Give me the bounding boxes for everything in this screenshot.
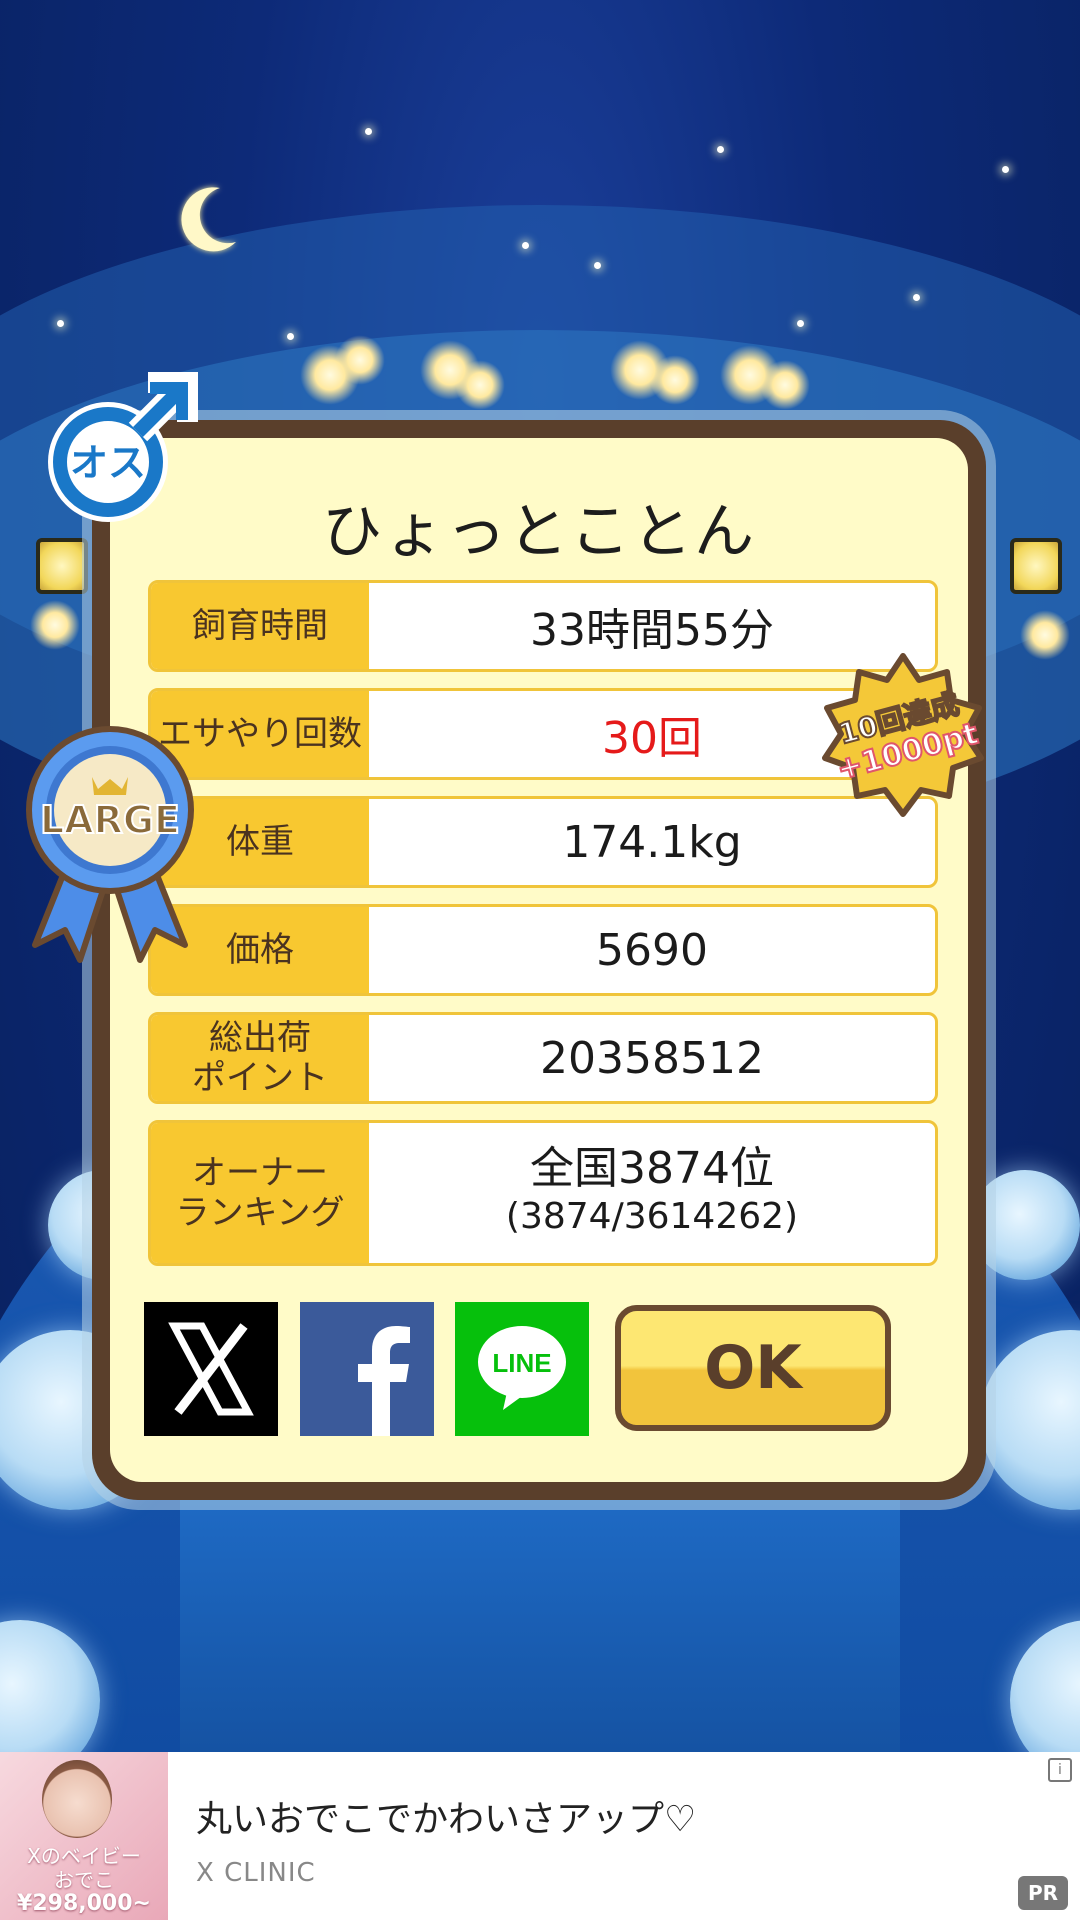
facebook-logo-icon (358, 1326, 410, 1436)
result-card-inner: ひょっとことん 飼育時間 33時間55分 エサやり回数 30回 体重 174.1… (110, 438, 968, 1482)
ranking-rank: 全国3874位 (530, 1143, 774, 1194)
line-logo-icon: LINE (478, 1326, 566, 1410)
star-icon (1002, 166, 1009, 173)
bonus-badge: 10回達成 +1000pt (822, 653, 984, 817)
stage-aisle (180, 1480, 900, 1752)
stat-row-owner-ranking: オーナー ランキング 全国3874位 (3874/3614262) (148, 1120, 938, 1266)
ad-advertiser[interactable]: X CLINIC (196, 1858, 316, 1888)
share-x-button[interactable] (144, 1302, 278, 1436)
street-lamp (1002, 520, 1062, 600)
ad-title[interactable]: 丸いおでこでかわいさアップ♡ (196, 1790, 696, 1842)
x-logo-icon (168, 1322, 254, 1416)
stat-value: 5690 (596, 924, 708, 976)
large-ribbon-icon: LARGE (26, 726, 194, 963)
stat-label: 飼育時間 (151, 583, 369, 669)
line-logo-text: LINE (492, 1348, 551, 1378)
ad-image-caption: Xのベイビー おでこ (27, 1844, 141, 1892)
star-icon (717, 146, 724, 153)
ad-banner[interactable]: Xのベイビー おでこ ¥298,000~ 丸いおでこでかわいさアップ♡ X CL… (0, 1752, 1080, 1920)
ad-image-price: ¥298,000~ (17, 1891, 151, 1916)
ad-model-face (42, 1760, 112, 1838)
ad-image[interactable]: Xのベイビー おでこ ¥298,000~ (0, 1752, 168, 1920)
ad-info-icon[interactable]: i (1048, 1758, 1072, 1782)
star-icon (522, 242, 529, 249)
share-line-button[interactable]: LINE (455, 1302, 589, 1436)
gender-label: オス (70, 441, 146, 485)
male-gender-icon: オス (48, 372, 198, 522)
result-card: ひょっとことん 飼育時間 33時間55分 エサやり回数 30回 体重 174.1… (92, 420, 986, 1500)
share-facebook-button[interactable] (300, 1302, 434, 1436)
pet-name: ひょっとことん (322, 497, 756, 567)
street-lamp (28, 520, 88, 600)
stat-row-total-points: 総出荷 ポイント 20358512 (148, 1012, 938, 1104)
ad-pr-badge: PR (1018, 1876, 1068, 1910)
stat-row-price: 価格 5690 (148, 904, 938, 996)
size-label: LARGE (40, 798, 180, 842)
star-icon (57, 320, 64, 327)
star-icon (797, 320, 804, 327)
light-globe (970, 1170, 1080, 1280)
star-icon (913, 294, 920, 301)
stat-label: 総出荷 ポイント (151, 1015, 369, 1101)
ranking-value: 全国3874位 (3874/3614262) (369, 1123, 935, 1263)
star-icon (594, 262, 601, 269)
stat-value: 20358512 (540, 1032, 764, 1084)
ok-button[interactable]: OK (615, 1305, 891, 1431)
star-icon (365, 128, 372, 135)
stat-label: オーナー ランキング (151, 1123, 369, 1263)
star-icon (287, 333, 294, 340)
moon-icon (181, 187, 236, 252)
ranking-detail: (3874/3614262) (505, 1196, 799, 1237)
